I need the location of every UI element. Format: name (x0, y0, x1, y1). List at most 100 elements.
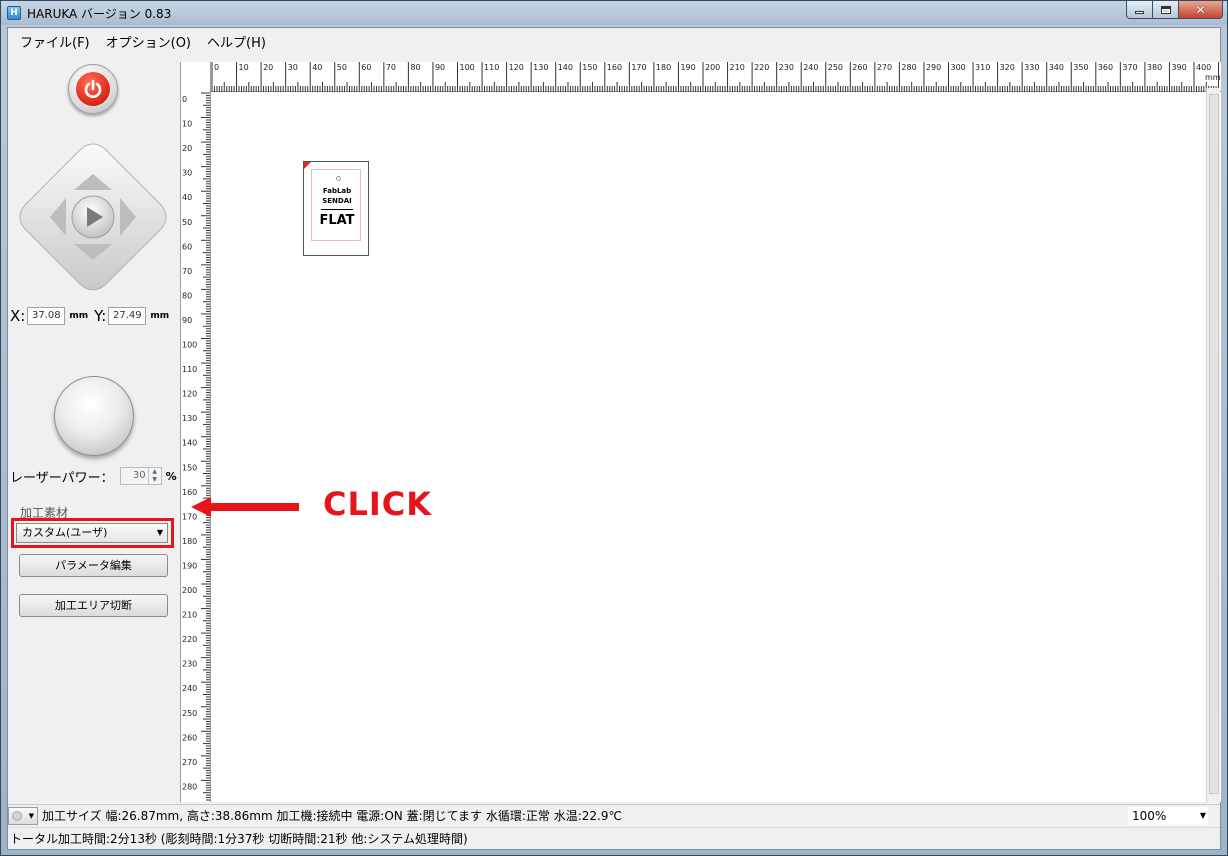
ruler-label: 90 (435, 63, 445, 72)
ruler-corner (181, 62, 211, 92)
ruler-label: 310 (975, 63, 990, 72)
workpiece-tag[interactable]: FabLab SENDAI FLAT (303, 161, 369, 256)
ruler-label: 330 (1024, 63, 1039, 72)
ruler-label: 230 (182, 660, 197, 669)
status-dropdown[interactable]: ▼ (8, 806, 38, 825)
ruler-label: 100 (460, 63, 475, 72)
ruler-label: 30 (288, 63, 298, 72)
x-unit: mm (69, 311, 89, 321)
vertical-scrollbar[interactable] (1206, 88, 1220, 803)
ruler-label: 50 (182, 218, 192, 227)
zoom-value: 100% (1132, 809, 1167, 823)
laser-power-knob[interactable] (54, 376, 134, 456)
ruler-label: 120 (182, 390, 197, 399)
edit-parameters-button[interactable]: パラメータ編集 (19, 554, 168, 577)
ruler-label: 260 (852, 63, 867, 72)
ruler-label: 10 (182, 120, 192, 129)
ruler-label: 30 (182, 169, 192, 178)
chevron-down-icon: ▼ (1199, 811, 1206, 820)
laser-power-value[interactable]: 30 (121, 468, 148, 484)
status-dot-icon (12, 810, 22, 821)
stepper-buttons: ▲ ▼ (147, 468, 161, 484)
ruler-label: 50 (337, 63, 347, 72)
ruler-label: 20 (263, 63, 273, 72)
y-input[interactable]: 27.49 (108, 307, 147, 325)
ruler-label: 70 (386, 63, 396, 72)
ruler-unit: mm (1205, 73, 1221, 82)
x-input[interactable]: 37.08 (27, 307, 66, 325)
ruler-label: 220 (182, 635, 197, 644)
ruler-label: 140 (558, 63, 573, 72)
ruler-label: 340 (1049, 63, 1064, 72)
ruler-label: 210 (182, 611, 197, 620)
ruler-label: 370 (1122, 63, 1137, 72)
ruler-label: 290 (926, 63, 941, 72)
maximize-button[interactable] (1153, 1, 1179, 19)
menu-options[interactable]: オプション(O) (100, 30, 201, 53)
tag-rule (321, 209, 353, 210)
ruler-label: 190 (680, 63, 695, 72)
power-button[interactable] (68, 64, 118, 114)
click-arrow-icon (191, 497, 299, 517)
laser-power-unit: % (165, 469, 177, 483)
close-button[interactable]: ✕ (1179, 1, 1223, 19)
direction-pad (14, 138, 172, 296)
ruler-label: 20 (182, 144, 192, 153)
ruler-label: 0 (214, 63, 219, 72)
zoom-select[interactable]: 100% ▼ (1128, 807, 1208, 825)
ruler-label: 110 (484, 63, 499, 72)
menu-bar: ファイル(F) オプション(O) ヘルプ(H) (8, 28, 1220, 54)
menu-help[interactable]: ヘルプ(H) (201, 30, 276, 53)
coordinates-row: X: 37.08 mm Y: 27.49 mm (8, 306, 180, 326)
maximize-icon (1160, 5, 1171, 14)
y-label: Y: (94, 307, 107, 325)
ruler-label: 90 (182, 316, 192, 325)
ruler-label: 400 (1196, 63, 1211, 72)
ruler-label: 280 (901, 63, 916, 72)
stepper-up-icon[interactable]: ▲ (149, 468, 161, 476)
ruler-label: 140 (182, 439, 197, 448)
ruler-label: 130 (533, 63, 548, 72)
app-icon: H (7, 6, 21, 20)
cut-area-button[interactable]: 加工エリア切断 (19, 594, 168, 617)
stepper-down-icon[interactable]: ▼ (149, 476, 161, 484)
highlight-box (11, 518, 174, 548)
ruler-label: 250 (828, 63, 843, 72)
chevron-down-icon: ▼ (28, 811, 34, 820)
ruler-label: 320 (1000, 63, 1015, 72)
laser-power-stepper[interactable]: 30 ▲ ▼ (119, 467, 162, 485)
app-window: H HARUKA バージョン 0.83 ✕ ファイル(F) オプション(O) ヘ… (0, 0, 1228, 856)
ruler-label: 70 (182, 267, 192, 276)
ruler-label: 120 (509, 63, 524, 72)
ruler-label: 80 (410, 63, 420, 72)
tag-text-flat: FLAT (319, 213, 355, 228)
ruler-label: 280 (182, 782, 197, 791)
client-area: ファイル(F) オプション(O) ヘルプ(H) X: 37.08 mm Y: 2… (7, 27, 1228, 850)
title-bar[interactable]: H HARUKA バージョン 0.83 ✕ (1, 1, 1227, 25)
workspace[interactable]: FabLab SENDAI FLAT (211, 92, 1221, 802)
y-unit: mm (150, 311, 170, 321)
click-annotation: CLICK (323, 485, 433, 523)
ruler-label: 300 (951, 63, 966, 72)
minimize-button[interactable] (1126, 1, 1153, 19)
ruler-label: 170 (631, 63, 646, 72)
menu-file[interactable]: ファイル(F) (14, 30, 100, 53)
ruler-label: 0 (182, 95, 187, 104)
ruler-label: 60 (182, 242, 192, 251)
status-machine-info: 加工サイズ 幅:26.87mm, 高さ:38.86mm 加工機:接続中 電源:O… (42, 809, 622, 823)
ruler-label: 240 (182, 684, 197, 693)
ruler-label: 80 (182, 291, 192, 300)
origin-marker (304, 162, 311, 169)
ruler-label: 110 (182, 365, 197, 374)
ruler-label: 60 (361, 63, 371, 72)
scrollbar-thumb[interactable] (1209, 94, 1219, 794)
x-label: X: (10, 307, 26, 325)
ruler-label: 200 (182, 586, 197, 595)
ruler-label: 270 (877, 63, 892, 72)
ruler-label: 180 (656, 63, 671, 72)
ruler-label: 220 (754, 63, 769, 72)
ruler-top: 0 10 20 30 40 50 60 70 80 90 100 110 120 130 140 150 160… (211, 62, 1228, 92)
ruler-label: 350 (1073, 63, 1088, 72)
ruler-label: 210 (730, 63, 745, 72)
status-bar-main: ▼ 加工サイズ 幅:26.87mm, 高さ:38.86mm 加工機:接続中 電源… (8, 804, 1220, 826)
